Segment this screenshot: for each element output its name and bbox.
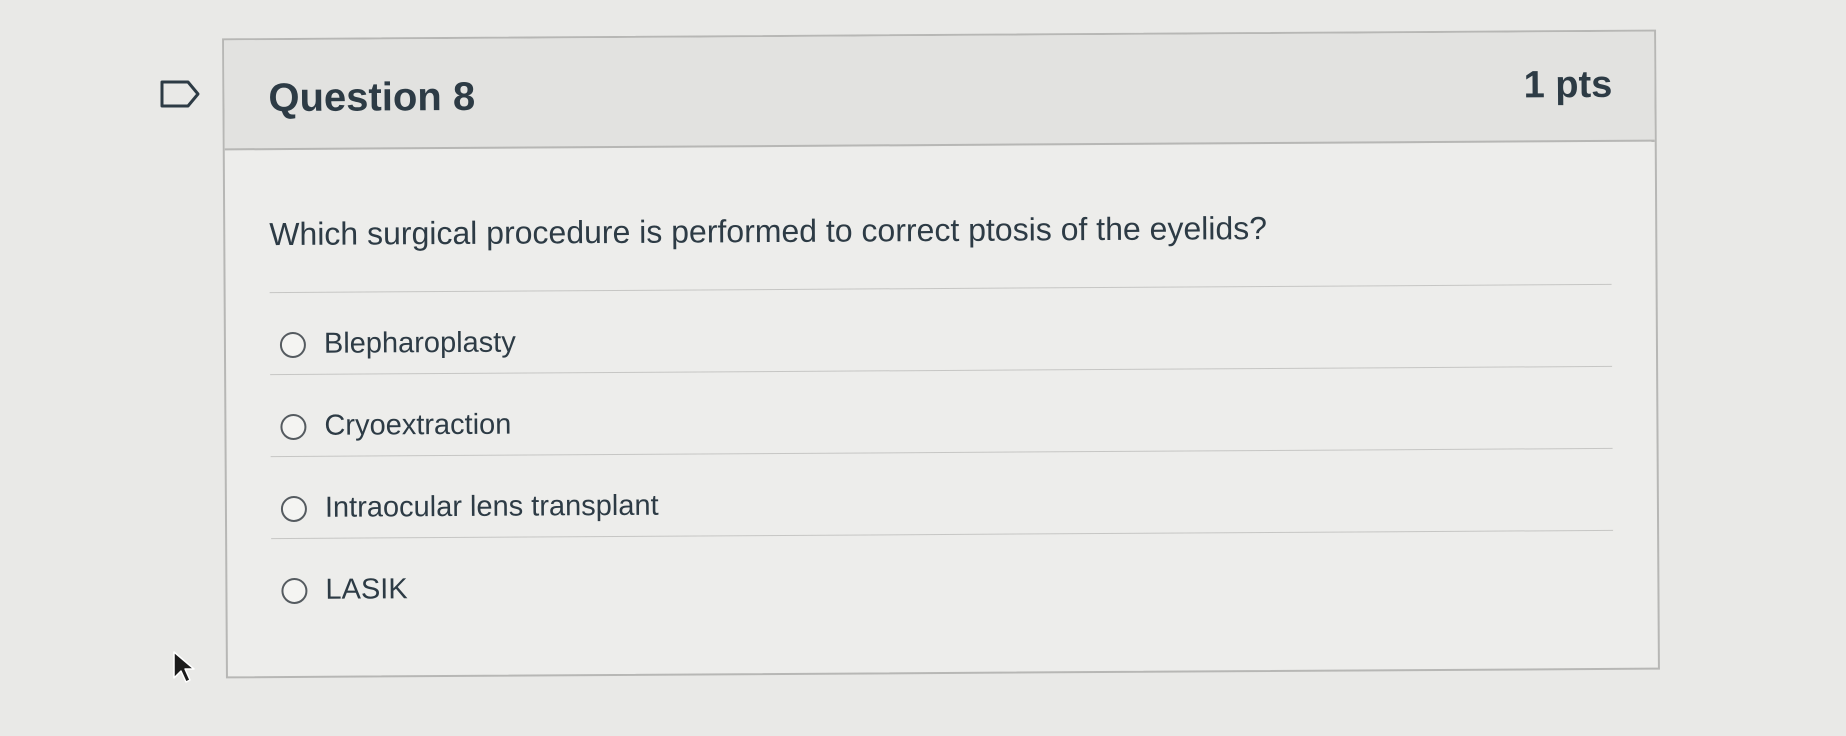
question-points: 1 pts <box>1523 63 1613 107</box>
radio-unselected-icon[interactable] <box>280 413 307 440</box>
answer-label: Cryoextraction <box>324 408 512 442</box>
answer-label: LASIK <box>325 573 408 606</box>
radio-unselected-icon[interactable] <box>281 577 308 604</box>
answer-label: Blepharoplasty <box>323 326 516 360</box>
radio-unselected-icon[interactable] <box>279 331 307 358</box>
question-divider <box>269 283 1612 294</box>
answer-label: Intraocular lens transplant <box>324 489 659 524</box>
answer-option-intraocular-lens-transplant[interactable]: Intraocular lens transplant <box>280 489 659 525</box>
radio-unselected-icon[interactable] <box>280 495 308 522</box>
question-title: Question 8 <box>268 74 476 121</box>
answer-divider <box>270 365 1613 376</box>
answer-option-lasik[interactable]: LASIK <box>281 573 408 607</box>
answer-option-blepharoplasty[interactable]: Blepharoplasty <box>279 326 516 361</box>
flag-question-icon[interactable] <box>160 79 200 109</box>
answer-option-cryoextraction[interactable]: Cryoextraction <box>280 409 511 443</box>
answer-divider <box>271 529 1614 540</box>
question-header: Question 8 1 pts <box>224 31 1655 151</box>
question-text: Which surgical procedure is performed to… <box>269 210 1268 253</box>
mouse-pointer-icon <box>173 651 195 683</box>
answer-divider <box>270 447 1613 458</box>
question-card: Question 8 1 pts Which surgical procedur… <box>222 29 1660 679</box>
